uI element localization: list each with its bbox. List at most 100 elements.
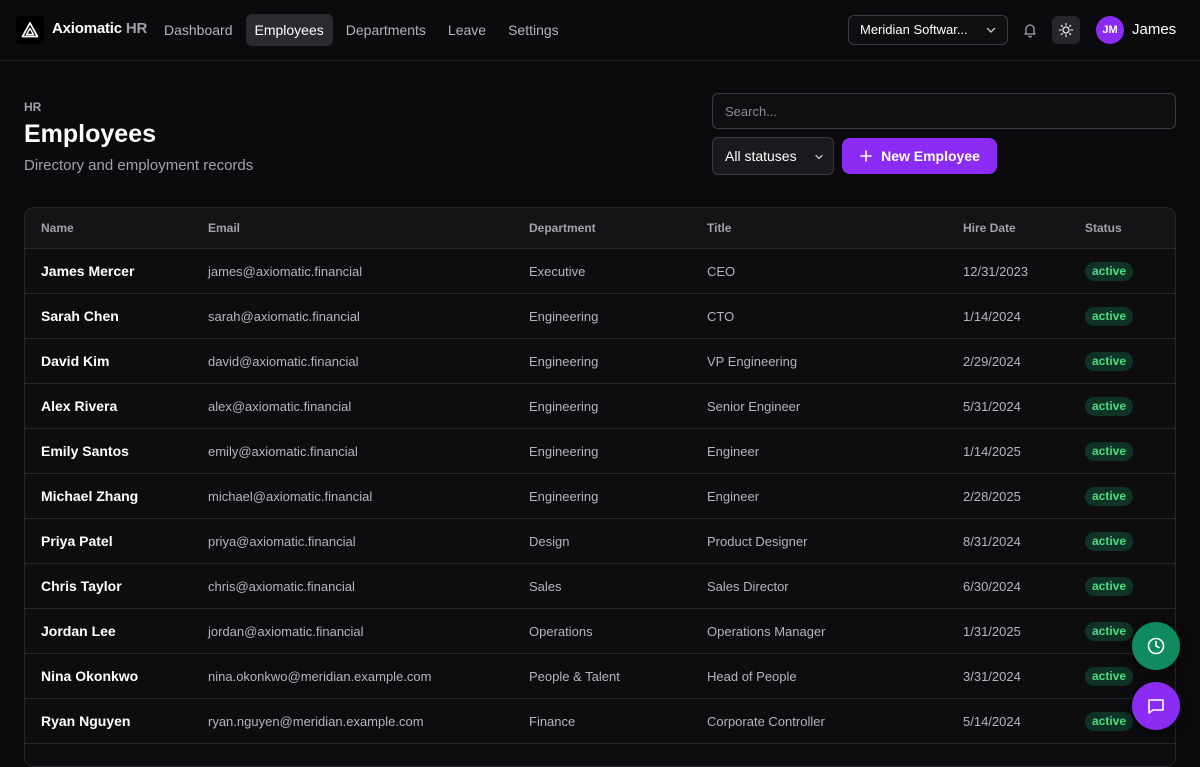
table-row[interactable]: Jordan Lee jordan@axiomatic.financial Oper… bbox=[25, 609, 1175, 654]
column-header-department[interactable]: Department bbox=[529, 221, 596, 235]
user-name[interactable]: James bbox=[1132, 21, 1176, 38]
status-badge: active bbox=[1085, 622, 1134, 641]
nav-dashboard[interactable]: Dashboard bbox=[155, 14, 242, 46]
employee-title: Engineer bbox=[707, 489, 760, 504]
employee-email: nina.okonkwo@meridian.example.com bbox=[208, 669, 432, 684]
employee-title: Sales Director bbox=[707, 579, 789, 594]
column-header-status[interactable]: Status bbox=[1085, 221, 1122, 235]
status-badge: active bbox=[1085, 442, 1134, 461]
employee-title: Engineer bbox=[707, 444, 760, 459]
main-nav: Dashboard Employees Departments Leave Se… bbox=[155, 14, 568, 46]
employee-name: Jordan Lee bbox=[41, 623, 116, 639]
employee-title: Product Designer bbox=[707, 534, 808, 549]
table-row[interactable]: Alex Rivera alex@axiomatic.financial Engin… bbox=[25, 384, 1175, 429]
table-row[interactable]: Sarah Chen sarah@axiomatic.financial Engin… bbox=[25, 294, 1175, 339]
employee-email: sarah@axiomatic.financial bbox=[208, 309, 360, 324]
plus-icon bbox=[860, 150, 872, 162]
column-header-email[interactable]: Email bbox=[208, 221, 240, 235]
employee-department: Executive bbox=[529, 264, 586, 279]
employee-department: Operations bbox=[529, 624, 593, 639]
nav-departments[interactable]: Departments bbox=[337, 14, 435, 46]
employee-name: Chris Taylor bbox=[41, 578, 122, 594]
nav-leave[interactable]: Leave bbox=[439, 14, 495, 46]
table-body: James Mercer james@axiomatic.financial Exe… bbox=[25, 249, 1175, 744]
employee-department: Design bbox=[529, 534, 570, 549]
employee-email: james@axiomatic.financial bbox=[208, 264, 363, 279]
employee-name: Michael Zhang bbox=[41, 488, 139, 504]
employee-name: David Kim bbox=[41, 353, 110, 369]
employee-email: emily@axiomatic.financial bbox=[208, 444, 358, 459]
top-navbar: Axiomatic HR Dashboard Employees Departme… bbox=[0, 0, 1200, 61]
chat-icon[interactable] bbox=[1132, 682, 1180, 730]
triangle-logo-icon[interactable] bbox=[16, 16, 44, 44]
employee-department: People & Talent bbox=[529, 669, 620, 684]
status-badge: active bbox=[1085, 532, 1134, 551]
employee-department: Engineering bbox=[529, 444, 599, 459]
chevron-down-icon bbox=[986, 27, 996, 33]
brand-suffix: HR bbox=[125, 20, 148, 37]
employee-hire-date: 2/29/2024 bbox=[963, 354, 1021, 369]
employee-hire-date: 1/14/2024 bbox=[963, 309, 1021, 324]
employee-email: michael@axiomatic.financial bbox=[208, 489, 373, 504]
nav-employees[interactable]: Employees bbox=[245, 14, 333, 46]
status-filter-select[interactable]: All statuses bbox=[712, 137, 834, 175]
employee-email: chris@axiomatic.financial bbox=[208, 579, 355, 594]
column-header-name[interactable]: Name bbox=[41, 221, 74, 235]
brand-name[interactable]: Axiomatic HR bbox=[52, 20, 147, 37]
employee-title: CTO bbox=[707, 309, 735, 324]
table-row[interactable]: Priya Patel priya@axiomatic.financial Desi… bbox=[25, 519, 1175, 564]
new-employee-label: New Employee bbox=[881, 148, 980, 164]
status-filter-value: All statuses bbox=[725, 148, 797, 164]
sun-icon[interactable] bbox=[1052, 16, 1080, 44]
employee-title: CEO bbox=[707, 264, 736, 279]
status-badge: active bbox=[1085, 577, 1134, 596]
nav-settings[interactable]: Settings bbox=[499, 14, 568, 46]
table-row[interactable]: Michael Zhang michael@axiomatic.financial… bbox=[25, 474, 1175, 519]
employee-hire-date: 2/28/2025 bbox=[963, 489, 1021, 504]
employee-hire-date: 6/30/2024 bbox=[963, 579, 1021, 594]
employees-table: Name Email Department Title Hire Date St… bbox=[24, 207, 1176, 767]
table-row[interactable]: Emily Santos emily@axiomatic.financial Eng… bbox=[25, 429, 1175, 474]
avatar[interactable]: JM bbox=[1096, 16, 1124, 44]
clock-icon[interactable] bbox=[1132, 622, 1180, 670]
employee-name: Alex Rivera bbox=[41, 398, 118, 414]
bell-icon[interactable] bbox=[1016, 16, 1044, 44]
table-row[interactable]: Chris Taylor chris@axiomatic.financial Sal… bbox=[25, 564, 1175, 609]
status-badge: active bbox=[1085, 667, 1134, 686]
employee-name: Sarah Chen bbox=[41, 308, 119, 324]
employee-department: Engineering bbox=[529, 354, 599, 369]
employee-hire-date: 1/31/2025 bbox=[963, 624, 1021, 639]
page-subtitle: Directory and employment records bbox=[24, 157, 254, 174]
employee-name: Emily Santos bbox=[41, 443, 129, 459]
new-employee-button[interactable]: New Employee bbox=[842, 138, 997, 174]
organization-select[interactable]: Meridian Softwar... bbox=[848, 15, 1008, 45]
status-badge: active bbox=[1085, 487, 1134, 506]
employee-email: david@axiomatic.financial bbox=[208, 354, 359, 369]
employee-title: VP Engineering bbox=[707, 354, 798, 369]
employee-name: Nina Okonkwo bbox=[41, 668, 139, 684]
organization-select-value: Meridian Softwar... bbox=[860, 22, 968, 37]
employee-department: Finance bbox=[529, 714, 576, 729]
table-header: Name Email Department Title Hire Date St… bbox=[25, 208, 1175, 249]
employee-hire-date: 1/14/2025 bbox=[963, 444, 1021, 459]
employee-hire-date: 12/31/2023 bbox=[963, 264, 1029, 279]
status-badge: active bbox=[1085, 712, 1134, 731]
status-badge: active bbox=[1085, 262, 1134, 281]
employee-hire-date: 5/14/2024 bbox=[963, 714, 1021, 729]
search-input[interactable] bbox=[712, 93, 1176, 129]
table-row[interactable]: James Mercer james@axiomatic.financial Exe… bbox=[25, 249, 1175, 294]
status-badge: active bbox=[1085, 397, 1134, 416]
column-header-hire-date[interactable]: Hire Date bbox=[963, 221, 1016, 235]
employee-email: alex@axiomatic.financial bbox=[208, 399, 352, 414]
table-row[interactable]: Ryan Nguyen ryan.nguyen@meridian.example.… bbox=[25, 699, 1175, 744]
employee-department: Sales bbox=[529, 579, 562, 594]
employee-department: Engineering bbox=[529, 489, 599, 504]
table-row[interactable]: Nina Okonkwo nina.okonkwo@meridian.exampl… bbox=[25, 654, 1175, 699]
employee-name: Priya Patel bbox=[41, 533, 113, 549]
employee-title: Senior Engineer bbox=[707, 399, 801, 414]
employee-email: priya@axiomatic.financial bbox=[208, 534, 356, 549]
breadcrumb: HR bbox=[24, 100, 42, 114]
employee-hire-date: 3/31/2024 bbox=[963, 669, 1021, 684]
column-header-title[interactable]: Title bbox=[707, 221, 731, 235]
table-row[interactable]: David Kim david@axiomatic.financial Engine… bbox=[25, 339, 1175, 384]
